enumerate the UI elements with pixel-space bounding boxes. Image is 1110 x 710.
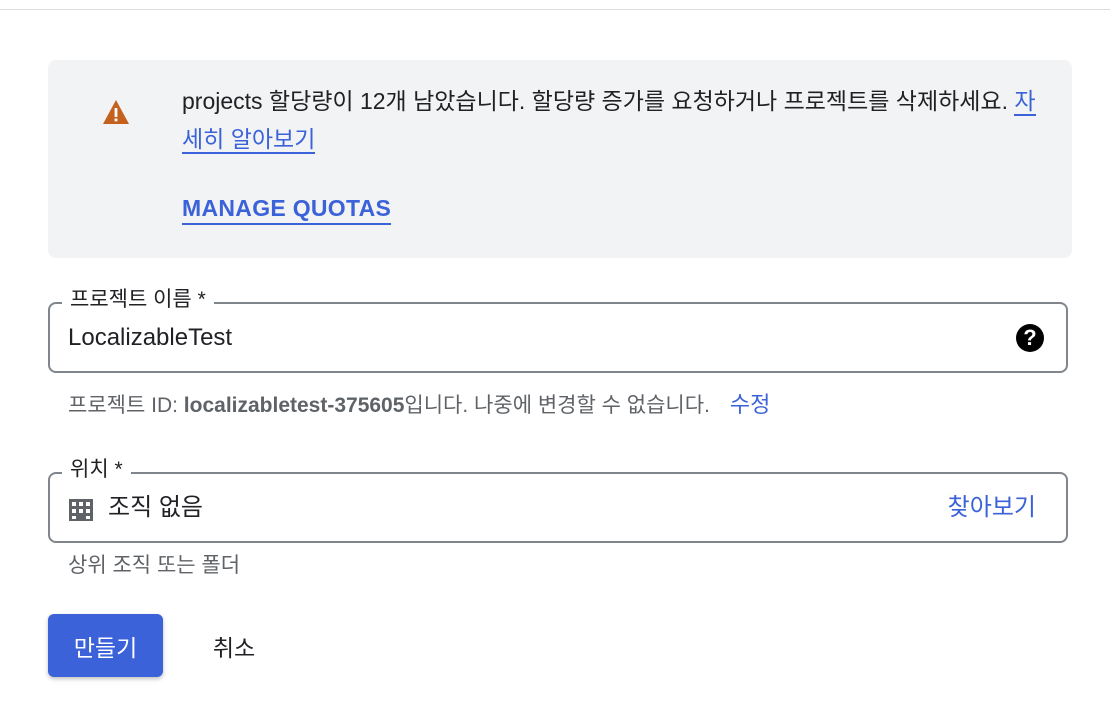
quota-message-text: projects 할당량이 12개 남았습니다. 할당량 증가를 요청하거나 프… [182,88,1015,114]
manage-quotas-link[interactable]: MANAGE QUOTAS [182,193,392,225]
edit-project-id-link[interactable]: 수정 [730,392,770,417]
location-helper-text: 상위 조직 또는 폴더 [68,554,241,577]
cancel-button[interactable]: 취소 [192,614,276,677]
warning-icon [103,100,129,124]
location-field[interactable]: 위치 * 조직 없음 찾아보기 [48,455,1068,543]
building-icon [69,499,93,521]
project-id-value: localizabletest-375605 [183,394,405,417]
create-button[interactable]: 만들기 [48,614,163,677]
project-id-info: 프로젝트 ID: localizabletest-375605입니다. 나중에 … [68,390,770,421]
top-divider [0,9,1110,10]
project-id-prefix: 프로젝트 ID: [68,394,184,417]
location-label: 위치 * [62,455,131,485]
browse-button[interactable]: 찾아보기 [948,492,1036,524]
project-name-input[interactable]: LocalizableTest [68,322,232,354]
quota-message: projects 할당량이 12개 남았습니다. 할당량 증가를 요청하거나 프… [182,82,1052,158]
project-name-field[interactable]: 프로젝트 이름 * LocalizableTest ? [48,285,1068,373]
location-value: 조직 없음 [108,494,203,521]
project-id-suffix: 입니다. 나중에 변경할 수 없습니다. [404,394,710,417]
help-circle-icon[interactable]: ? [1016,324,1044,352]
project-name-label: 프로젝트 이름 * [62,285,214,315]
